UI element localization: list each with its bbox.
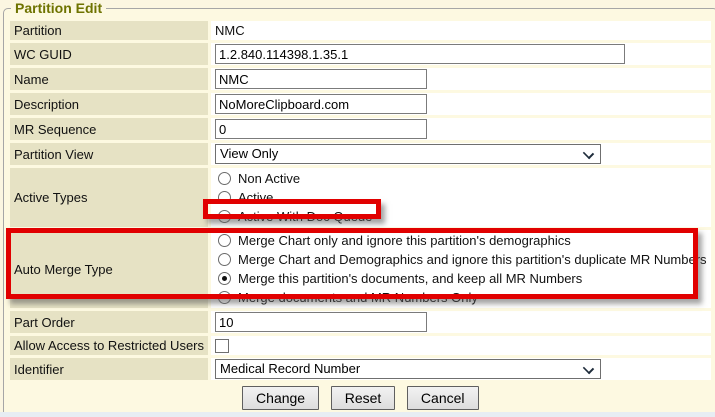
part-order-input[interactable] [215,312,427,332]
row-wc-guid: WC GUID [10,43,711,65]
identifier-label: Identifier [10,358,208,380]
radio-option-label: Active [238,190,273,205]
partition-view-selected-value: View Only [220,146,278,161]
radio-icon[interactable] [218,253,231,266]
radio-option-active-with-doc-queue[interactable]: Active With Doc Queue [215,207,707,226]
partition-edit-panel: Partition Edit Partition NMC WC GUID Nam… [3,0,715,417]
radio-option-label: Non Active [238,171,300,186]
radio-option-label: Merge Chart only and ignore this partiti… [238,233,571,248]
description-input[interactable] [215,94,427,114]
description-label: Description [10,93,208,115]
radio-selected-icon[interactable] [218,272,231,285]
cancel-button[interactable]: Cancel [407,386,479,410]
mr-sequence-input[interactable] [215,119,427,139]
wc-guid-input[interactable] [215,44,625,64]
row-active-types: Active Types Non Active Active Active Wi… [10,168,711,227]
radio-option-label: Merge Chart and Demographics and ignore … [238,252,707,267]
row-part-order: Part Order [10,311,711,333]
part-order-label: Part Order [10,311,208,333]
radio-option-label: Merge this partition's documents, and ke… [238,271,582,286]
radio-option-merge-partition-documents[interactable]: Merge this partition's documents, and ke… [215,269,707,288]
row-auto-merge-type: Auto Merge Type Merge Chart only and ign… [10,230,711,308]
row-identifier: Identifier Medical Record Number [10,358,711,380]
radio-icon[interactable] [218,172,231,185]
partition-label: Partition [10,21,208,40]
wc-guid-label: WC GUID [10,43,208,65]
partition-view-label: Partition View [10,143,208,165]
allow-access-label: Allow Access to Restricted Users [10,336,208,355]
radio-option-label: Merge documents and MR Numbers Only [238,290,478,305]
radio-option-merge-chart-only[interactable]: Merge Chart only and ignore this partiti… [215,231,707,250]
allow-access-checkbox[interactable] [215,339,229,353]
radio-option-merge-chart-and-demographics[interactable]: Merge Chart and Demographics and ignore … [215,250,707,269]
row-mr-sequence: MR Sequence [10,118,711,140]
radio-icon[interactable] [218,291,231,304]
chevron-down-icon [583,363,594,374]
reset-button[interactable]: Reset [331,386,396,410]
radio-selected-icon[interactable] [218,210,231,223]
radio-icon[interactable] [218,191,231,204]
auto-merge-type-label: Auto Merge Type [10,230,208,308]
panel-title: Partition Edit [11,0,106,16]
partition-edit-page: Partition Edit Partition NMC WC GUID Nam… [0,0,715,417]
radio-icon[interactable] [218,234,231,247]
radio-option-merge-documents-and-mr-numbers[interactable]: Merge documents and MR Numbers Only [215,288,707,307]
row-allow-access: Allow Access to Restricted Users [10,336,711,355]
row-partition: Partition NMC [10,21,711,40]
chevron-down-icon [583,148,594,159]
partition-value: NMC [211,21,711,40]
radio-option-label: Active With Doc Queue [238,209,372,224]
active-types-label: Active Types [10,168,208,227]
identifier-selected-value: Medical Record Number [220,361,360,376]
change-button[interactable]: Change [242,386,319,410]
name-input[interactable] [215,69,427,89]
radio-option-active[interactable]: Active [215,188,707,207]
partition-form-table: Partition NMC WC GUID Name Description [7,18,714,417]
row-buttons: Change Reset Cancel [10,383,711,414]
window-bottom-edge [0,412,715,417]
identifier-select[interactable]: Medical Record Number [215,359,601,379]
name-label: Name [10,68,208,90]
row-partition-view: Partition View View Only [10,143,711,165]
row-description: Description [10,93,711,115]
mr-sequence-label: MR Sequence [10,118,208,140]
row-name: Name [10,68,711,90]
radio-option-non-active[interactable]: Non Active [215,169,707,188]
partition-view-select[interactable]: View Only [215,144,601,164]
